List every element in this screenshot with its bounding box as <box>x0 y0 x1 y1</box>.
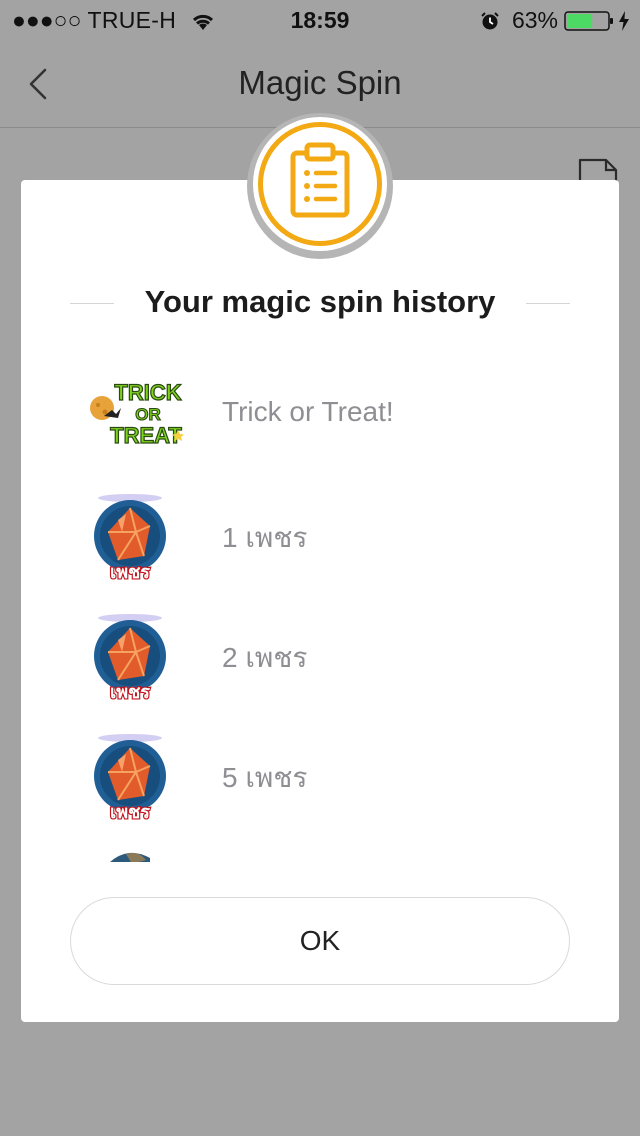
list-item: TRICK OR TREAT Trick or Treat! <box>80 372 600 472</box>
charging-icon <box>619 10 629 31</box>
dialog-heading: Your magic spin history <box>144 284 496 319</box>
gem-icon: เพชร <box>94 614 166 702</box>
treat-text: TREAT <box>110 423 182 448</box>
battery-percent: 63% <box>511 7 558 33</box>
history-list[interactable]: TRICK OR TREAT Trick or Treat! เพชร 1 เพ… <box>80 372 600 862</box>
ok-button[interactable]: OK <box>70 897 570 985</box>
gem-text: เพชร <box>110 562 150 582</box>
prize-icon <box>110 852 150 862</box>
list-item-partial <box>80 852 600 862</box>
battery-icon <box>564 10 613 31</box>
gem-icon: เพชร <box>94 494 166 582</box>
list-item: เพชร 1 เพชร <box>80 492 600 592</box>
list-item: เพชร 5 เพชร <box>80 732 600 832</box>
status-bar: ●●●○○ TRUE-H 18:59 63% <box>0 0 640 40</box>
history-item-label: 2 เพชร <box>222 642 308 673</box>
or-text: OR <box>135 405 161 424</box>
history-item-label: 5 เพชร <box>222 762 308 793</box>
history-item-label: Trick or Treat! <box>222 396 394 427</box>
trick-or-treat-icon: TRICK OR TREAT <box>90 379 184 449</box>
gem-text: เพชร <box>110 802 150 822</box>
page-title: Magic Spin <box>238 64 402 101</box>
heading-divider-right <box>526 303 570 304</box>
trick-text: TRICK <box>114 380 181 405</box>
gem-icon: เพชร <box>94 734 166 822</box>
clipboard-icon <box>290 142 350 218</box>
alarm-icon <box>481 11 499 29</box>
history-item-label: 1 เพชร <box>222 522 308 553</box>
list-item: เพชร 2 เพชร <box>80 612 600 712</box>
gem-text: เพชร <box>110 682 150 702</box>
dialog-heading-row: Your magic spin history <box>70 284 570 324</box>
